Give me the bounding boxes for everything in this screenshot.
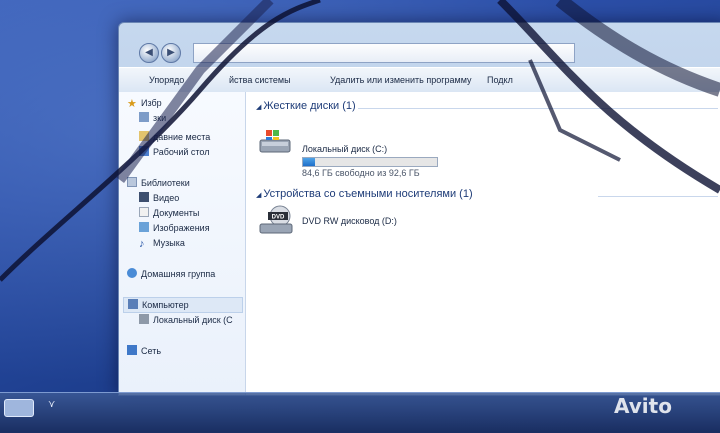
organize-button[interactable]: Упорядо bbox=[149, 75, 184, 85]
sidebar-item-recent[interactable]: давние места bbox=[139, 130, 210, 144]
group-title: Жесткие диски (1) bbox=[263, 100, 356, 112]
drive-name: Локальный диск (C:) bbox=[302, 144, 388, 154]
sidebar-item-network[interactable]: Сеть bbox=[127, 344, 161, 358]
group-divider bbox=[358, 108, 718, 109]
downloads-icon bbox=[139, 112, 149, 122]
sidebar-item-favorites[interactable]: ★ Избр bbox=[127, 96, 162, 110]
capacity-fill bbox=[303, 158, 315, 166]
homegroup-icon bbox=[127, 268, 137, 278]
sidebar-item-label: Домашняя группа bbox=[141, 269, 216, 279]
sidebar-item-label: Видео bbox=[153, 193, 180, 203]
sidebar-item-label: Сеть bbox=[141, 346, 162, 356]
address-bar[interactable] bbox=[193, 43, 575, 63]
sidebar-item-label: зки bbox=[153, 113, 167, 123]
video-icon bbox=[139, 192, 149, 202]
sidebar-item-computer[interactable]: Компьютер bbox=[123, 297, 243, 313]
recent-places-icon bbox=[139, 131, 149, 141]
dvd-drive-icon: DVD bbox=[259, 205, 293, 234]
sidebar-item-label: Избр bbox=[141, 98, 162, 108]
taskbar: ⋎ bbox=[0, 392, 720, 433]
capacity-bar bbox=[302, 157, 438, 167]
system-properties-button[interactable]: йства системы bbox=[229, 75, 291, 85]
group-header-removable[interactable]: ◢ Устройства со съемными носителями (1) bbox=[256, 188, 473, 200]
library-icon bbox=[127, 177, 137, 187]
command-bar: Упорядо йства системы Удалить или измени… bbox=[119, 67, 720, 93]
group-title: Устройства со съемными носителями (1) bbox=[263, 188, 473, 200]
documents-icon bbox=[139, 207, 149, 217]
sidebar-item-video[interactable]: Видео bbox=[139, 191, 179, 205]
drive-name: DVD RW дисковод (D:) bbox=[302, 216, 397, 226]
group-header-hard-disks[interactable]: ◢ Жесткие диски (1) bbox=[256, 100, 356, 112]
desktop-icon bbox=[139, 146, 149, 156]
content-pane: ◢ Жесткие диски (1) Локальный диск (C:) … bbox=[246, 92, 720, 395]
music-icon: ♪ bbox=[139, 238, 145, 250]
navigation-pane: ★ Избр зки давние места Рабочий стол Библ… bbox=[119, 92, 246, 395]
sidebar-item-libraries[interactable]: Библиотеки bbox=[127, 176, 190, 190]
hard-drive-icon bbox=[259, 130, 291, 153]
group-divider bbox=[598, 196, 718, 197]
forward-arrow-icon[interactable]: ▶ bbox=[161, 43, 181, 63]
sidebar-item-images[interactable]: Изображения bbox=[139, 221, 210, 235]
sidebar-item-label: Библиотеки bbox=[141, 178, 190, 188]
back-arrow-icon[interactable]: ◀ bbox=[139, 43, 159, 63]
dvd-badge: DVD bbox=[272, 215, 285, 221]
sidebar-item-desktop[interactable]: Рабочий стол bbox=[139, 145, 210, 159]
sidebar-item-label: Компьютер bbox=[142, 300, 189, 310]
sidebar-item-downloads[interactable]: зки bbox=[139, 111, 166, 125]
network-icon bbox=[127, 345, 137, 355]
tray-arrow-icon[interactable]: ⋎ bbox=[48, 399, 55, 410]
sidebar-item-music[interactable]: ♪ Музыка bbox=[139, 236, 185, 250]
explorer-body: ★ Избр зки давние места Рабочий стол Библ… bbox=[119, 92, 720, 395]
sidebar-item-label: Музыка bbox=[153, 238, 185, 248]
start-button[interactable] bbox=[4, 399, 34, 417]
watermark: Avito bbox=[614, 394, 672, 418]
sidebar-item-label: Локальный диск (C bbox=[153, 315, 233, 325]
star-icon: ★ bbox=[127, 98, 137, 110]
images-icon bbox=[139, 222, 149, 232]
explorer-window: ◀ ▶ Упорядо йства системы Удалить или из… bbox=[118, 22, 720, 396]
sidebar-item-label: давние места bbox=[153, 132, 211, 142]
sidebar-item-homegroup[interactable]: Домашняя группа bbox=[127, 267, 215, 281]
drive-free-space: 84,6 ГБ свободно из 92,6 ГБ bbox=[302, 168, 420, 178]
sidebar-item-label: Документы bbox=[153, 208, 200, 218]
sidebar-item-label: Рабочий стол bbox=[153, 147, 210, 157]
title-bar: ◀ ▶ bbox=[119, 23, 720, 63]
sidebar-item-label: Изображения bbox=[153, 223, 210, 233]
uninstall-program-button[interactable]: Удалить или изменить программу bbox=[330, 75, 471, 85]
map-drive-button[interactable]: Подкл bbox=[487, 75, 513, 85]
drive-icon bbox=[139, 314, 149, 324]
sidebar-item-documents[interactable]: Документы bbox=[139, 206, 199, 220]
computer-icon bbox=[128, 299, 138, 309]
sidebar-item-local-disk[interactable]: Локальный диск (C bbox=[139, 313, 233, 327]
